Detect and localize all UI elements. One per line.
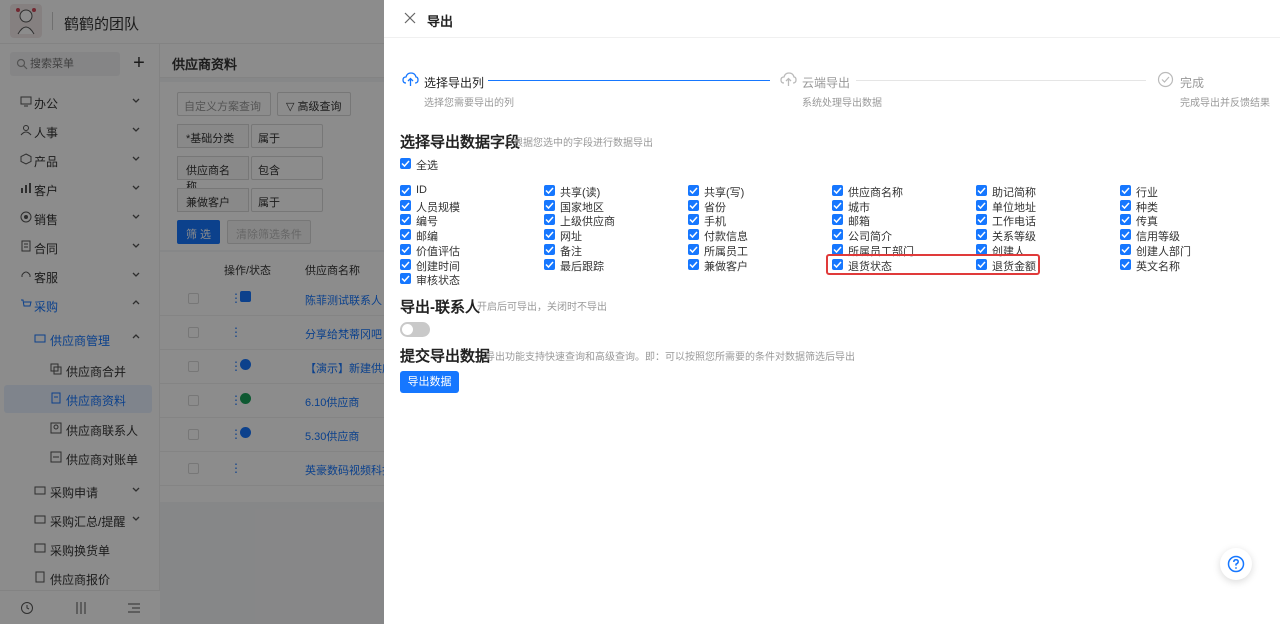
checkbox-label: 最后跟踪 xyxy=(560,261,604,273)
checkbox-label: 手机 xyxy=(704,216,726,228)
checkbox-label: 价值评估 xyxy=(416,246,460,258)
checkbox-label: 邮箱 xyxy=(848,216,870,228)
checkbox-checked-icon xyxy=(544,214,555,225)
checkbox-label: 创建人部门 xyxy=(1136,246,1191,258)
checkbox-label: 全选 xyxy=(416,160,438,172)
step-title: 选择导出列 xyxy=(424,76,485,90)
checkbox-label: 兼做客户 xyxy=(704,261,748,273)
checkbox-checked-icon xyxy=(832,229,843,240)
step-title: 完成 xyxy=(1180,76,1205,90)
help-button[interactable] xyxy=(1220,548,1252,580)
cloud-upload-icon xyxy=(402,72,419,86)
checkbox-label: ID xyxy=(416,184,427,196)
checkbox-label: 信用等级 xyxy=(1136,231,1180,243)
cloud-upload-icon xyxy=(780,72,797,86)
checkbox-checked-icon xyxy=(1120,214,1131,225)
submit-section-hint: 导出功能支持快速查询和高级查询。即：可以按照您所需要的条件对数据筛选后导出 xyxy=(485,352,855,363)
help-icon xyxy=(1227,555,1245,573)
checkbox-checked-icon xyxy=(688,185,699,196)
checkbox-checked-icon xyxy=(544,259,555,270)
checkbox-label: 公司简介 xyxy=(848,231,892,243)
checkbox-label: 备注 xyxy=(560,246,582,258)
checkbox-checked-icon xyxy=(544,185,555,196)
checkbox-label: 付款信息 xyxy=(704,231,748,243)
checkbox-checked-icon xyxy=(400,259,411,270)
checkbox-checked-icon xyxy=(400,229,411,240)
checkbox-checked-icon xyxy=(688,229,699,240)
checkbox-checked-icon xyxy=(544,229,555,240)
checkbox-checked-icon xyxy=(688,259,699,270)
close-icon[interactable] xyxy=(404,12,416,24)
checkbox-checked-icon xyxy=(400,200,411,211)
checkbox-checked-icon xyxy=(1120,229,1131,240)
checkbox-label: 共享(读) xyxy=(560,187,601,199)
checkbox-label: 传真 xyxy=(1136,216,1158,228)
checkbox-checked-icon xyxy=(976,200,987,211)
checkbox-label: 英文名称 xyxy=(1136,261,1180,273)
drawer-header: 导出 xyxy=(384,0,1280,38)
checkbox-checked-icon xyxy=(688,200,699,211)
checkbox-checked-icon xyxy=(400,158,411,169)
checkbox-label: 邮编 xyxy=(416,231,438,243)
checkbox-checked-icon xyxy=(1120,259,1131,270)
checkbox-label: 关系等级 xyxy=(992,231,1036,243)
checkbox-checked-icon xyxy=(688,244,699,255)
export-data-button[interactable]: 导出数据 xyxy=(400,371,459,393)
checkbox-checked-icon xyxy=(400,185,411,196)
checkbox-label: 审核状态 xyxy=(416,275,460,287)
checkbox-checked-icon xyxy=(400,244,411,255)
checkbox-checked-icon xyxy=(832,185,843,196)
checkbox-checked-icon xyxy=(1120,244,1131,255)
checkbox-checked-icon xyxy=(400,214,411,225)
checkbox-label: 工作电话 xyxy=(992,216,1036,228)
checkbox-label: 行业 xyxy=(1136,187,1158,199)
fields-section-hint: 根据您选中的字段进行数据导出 xyxy=(513,138,653,149)
checkbox-label: 编号 xyxy=(416,216,438,228)
highlight-box xyxy=(826,254,1040,275)
checkbox-checked-icon xyxy=(1120,185,1131,196)
step-connector xyxy=(488,80,770,81)
checkbox-label: 共享(写) xyxy=(704,187,745,199)
contact-section-title: 导出-联系人 xyxy=(400,299,480,316)
contact-section-hint: 开启后可导出，关闭时不导出 xyxy=(477,302,607,313)
drawer-title: 导出 xyxy=(427,14,454,29)
checkbox-label: 供应商名称 xyxy=(848,187,903,199)
export-drawer: 导出 选择导出列 选择您需要导出的列 云端导出 系统处理导出数据 完成 完成导出… xyxy=(384,0,1280,624)
checkbox-label: 助记简称 xyxy=(992,187,1036,199)
fields-section-title: 选择导出数据字段 xyxy=(400,134,521,151)
checkbox-checked-icon xyxy=(544,200,555,211)
check-circle-icon xyxy=(1157,71,1174,88)
checkbox-label: 上级供应商 xyxy=(560,216,615,228)
checkbox-checked-icon xyxy=(688,214,699,225)
step-description: 完成导出并反馈结果 xyxy=(1180,98,1270,109)
checkbox-checked-icon xyxy=(976,185,987,196)
checkbox-label: 网址 xyxy=(560,231,582,243)
checkbox-checked-icon xyxy=(832,214,843,225)
step-connector xyxy=(856,80,1146,81)
step-title: 云端导出 xyxy=(802,76,851,90)
checkbox-checked-icon xyxy=(976,229,987,240)
toggle-knob xyxy=(402,324,413,335)
step-description: 系统处理导出数据 xyxy=(802,98,882,109)
checkbox-checked-icon xyxy=(976,214,987,225)
checkbox-checked-icon xyxy=(544,244,555,255)
checkbox-label: 所属员工 xyxy=(704,246,748,258)
checkbox-checked-icon xyxy=(400,273,411,284)
step-description: 选择您需要导出的列 xyxy=(424,98,514,109)
export-contacts-toggle[interactable] xyxy=(400,322,430,337)
checkbox-checked-icon xyxy=(1120,200,1131,211)
checkbox-checked-icon xyxy=(832,200,843,211)
submit-section-title: 提交导出数据 xyxy=(400,348,491,365)
